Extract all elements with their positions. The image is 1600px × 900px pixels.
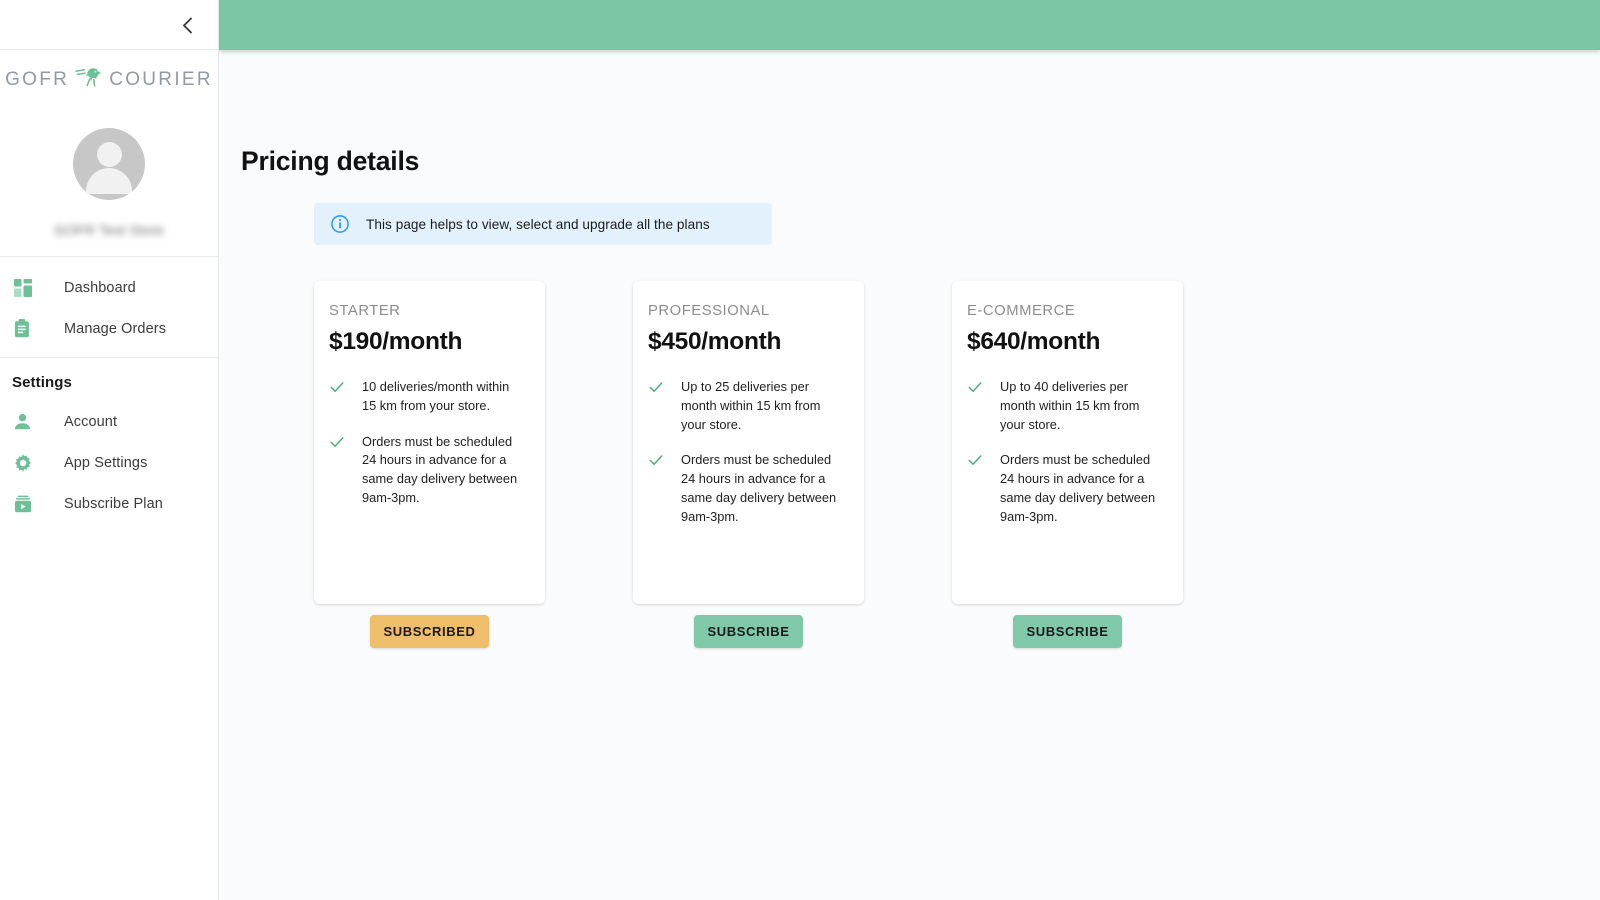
brand-name-left: GOFR: [5, 69, 70, 90]
brand-logo[interactable]: GOFR COURIER: [0, 50, 218, 98]
check-icon: [648, 379, 664, 395]
sidebar-item-app-settings[interactable]: App Settings: [0, 442, 218, 483]
plan-subscribe-button[interactable]: SUBSCRIBE: [693, 615, 804, 648]
plan-price: $190/month: [329, 328, 463, 355]
pricing-card-ecommerce[interactable]: E-COMMERCE $640/month Up to 40 deliverie…: [952, 281, 1183, 604]
sidebar-item-label: Account: [64, 413, 118, 430]
plan-price: $450/month: [648, 328, 782, 355]
sidebar-collapse-button[interactable]: [172, 10, 202, 40]
plan-feature-text: Orders must be scheduled 24 hours in adv…: [362, 433, 518, 505]
sidebar-item-subscribe-plan[interactable]: Subscribe Plan: [0, 483, 218, 524]
profile-section: GOFR Test Store: [0, 98, 218, 256]
plan-subscribe-button[interactable]: SUBSCRIBE: [1012, 615, 1123, 648]
plan-feature-list: Up to 40 deliveries per month within 15 …: [967, 378, 1165, 527]
gear-icon: [14, 453, 42, 472]
sidebar-settings-nav: Account App Settings Subscribe Plan: [0, 401, 218, 524]
sidebar-item-label: Subscribe Plan: [64, 495, 163, 512]
running-dinosaur-icon: [74, 66, 104, 93]
top-header-bar: [219, 0, 1600, 50]
plan-feature-text: Orders must be scheduled 24 hours in adv…: [1000, 452, 1156, 524]
sidebar-item-label: App Settings: [64, 454, 148, 471]
store-name: GOFR Test Store: [53, 222, 165, 238]
plan-feature-item: 10 deliveries/month within 15 km from yo…: [329, 378, 527, 416]
plan-name: E-COMMERCE: [967, 303, 1076, 319]
brand-name-right: COURIER: [109, 69, 213, 90]
sidebar-header: [0, 0, 218, 50]
plan-column: STARTER $190/month 10 deliveries/month w…: [314, 281, 545, 648]
sidebar-item-label: Manage Orders: [64, 320, 167, 337]
plan-column: PROFESSIONAL $450/month Up to 25 deliver…: [633, 281, 864, 648]
sidebar-item-manage-orders[interactable]: Manage Orders: [0, 308, 218, 349]
subscription-icon: [14, 495, 42, 513]
plan-price: $640/month: [967, 328, 1101, 355]
plan-feature-item: Up to 25 deliveries per month within 15 …: [648, 378, 846, 434]
plan-feature-text: 10 deliveries/month within 15 km from yo…: [362, 379, 510, 413]
page-title: Pricing details: [241, 146, 420, 176]
plan-feature-item: Orders must be scheduled 24 hours in adv…: [329, 433, 527, 508]
person-icon: [14, 413, 42, 430]
sidebar-item-label: Dashboard: [64, 279, 136, 296]
chevron-left-icon: [182, 17, 193, 34]
pricing-card-professional[interactable]: PROFESSIONAL $450/month Up to 25 deliver…: [633, 281, 864, 604]
plan-feature-text: Up to 25 deliveries per month within 15 …: [681, 379, 821, 432]
plan-feature-text: Orders must be scheduled 24 hours in adv…: [681, 452, 837, 524]
check-icon: [967, 452, 983, 468]
pricing-cards-container: STARTER $190/month 10 deliveries/month w…: [314, 281, 1183, 648]
info-circle-icon: [331, 215, 349, 233]
plan-column: E-COMMERCE $640/month Up to 40 deliverie…: [952, 281, 1183, 648]
avatar-body: [86, 168, 132, 194]
info-banner: This page helps to view, select and upgr…: [314, 203, 772, 245]
info-banner-text: This page helps to view, select and upgr…: [366, 216, 710, 232]
main-content: Pricing details This page helps to view,…: [219, 50, 1600, 900]
user-avatar-icon[interactable]: [73, 128, 145, 200]
sidebar-settings-heading: Settings: [12, 374, 72, 391]
plan-name: STARTER: [329, 303, 401, 319]
plan-subscribe-button[interactable]: SUBSCRIBED: [369, 615, 490, 648]
check-icon: [329, 379, 345, 395]
app-root: GOFR COURIER GOFR Test Store Dashboard M…: [0, 0, 1600, 900]
plan-feature-list: Up to 25 deliveries per month within 15 …: [648, 378, 846, 527]
sidebar-item-dashboard[interactable]: Dashboard: [0, 267, 218, 308]
check-icon: [967, 379, 983, 395]
plan-feature-text: Up to 40 deliveries per month within 15 …: [1000, 379, 1140, 432]
sidebar-item-account[interactable]: Account: [0, 401, 218, 442]
avatar-head: [96, 142, 122, 167]
plan-name: PROFESSIONAL: [648, 303, 770, 319]
clipboard-icon: [14, 319, 42, 338]
plan-feature-item: Orders must be scheduled 24 hours in adv…: [967, 451, 1165, 526]
check-icon: [329, 434, 345, 450]
plan-feature-item: Orders must be scheduled 24 hours in adv…: [648, 451, 846, 526]
sidebar: GOFR COURIER GOFR Test Store Dashboard M…: [0, 0, 219, 900]
pricing-card-starter[interactable]: STARTER $190/month 10 deliveries/month w…: [314, 281, 545, 604]
plan-feature-item: Up to 40 deliveries per month within 15 …: [967, 378, 1165, 434]
plan-feature-list: 10 deliveries/month within 15 km from yo…: [329, 378, 527, 508]
dashboard-grid-icon: [14, 278, 42, 297]
check-icon: [648, 452, 664, 468]
sidebar-main-nav: Dashboard Manage Orders: [0, 257, 218, 357]
